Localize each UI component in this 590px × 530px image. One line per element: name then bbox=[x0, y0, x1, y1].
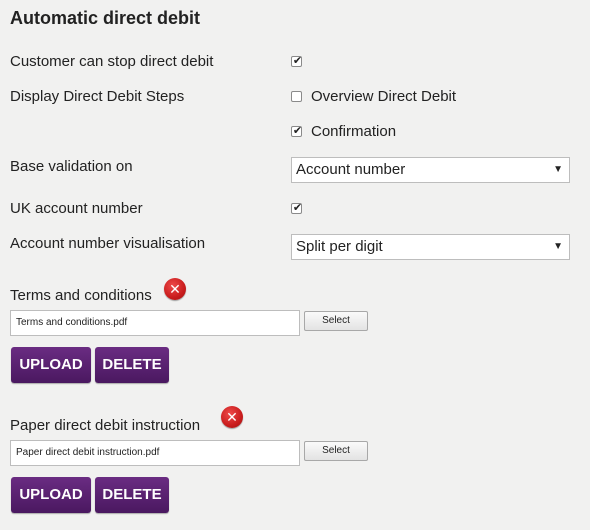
paper-delete-button[interactable]: DELETE bbox=[95, 477, 169, 513]
paper-upload-button[interactable]: UPLOAD bbox=[11, 477, 91, 513]
paper-select-button[interactable]: Select bbox=[304, 441, 368, 461]
terms-select-button[interactable]: Select bbox=[304, 311, 368, 331]
check-icon: ✔ bbox=[292, 55, 303, 67]
display-steps-label: Display Direct Debit Steps bbox=[10, 88, 185, 105]
overview-checkbox[interactable] bbox=[291, 91, 302, 102]
error-icon: ✕ bbox=[221, 406, 243, 428]
paper-file-input[interactable]: Paper direct debit instruction.pdf bbox=[10, 440, 300, 466]
visualisation-value: Split per digit bbox=[296, 238, 383, 255]
terms-upload-button[interactable]: UPLOAD bbox=[11, 347, 91, 383]
section-title: Automatic direct debit bbox=[10, 8, 201, 28]
base-validation-value: Account number bbox=[296, 161, 406, 178]
chevron-down-icon: ▼ bbox=[553, 241, 563, 252]
paper-label: Paper direct debit instruction bbox=[10, 417, 201, 434]
terms-label: Terms and conditions bbox=[10, 287, 152, 304]
terms-delete-button[interactable]: DELETE bbox=[95, 347, 169, 383]
error-icon: ✕ bbox=[164, 278, 186, 300]
overview-label: Overview Direct Debit bbox=[311, 88, 457, 105]
uk-account-label: UK account number bbox=[10, 200, 143, 217]
chevron-down-icon: ▼ bbox=[553, 164, 563, 175]
customer-stop-label: Customer can stop direct debit bbox=[10, 53, 214, 70]
check-icon: ✔ bbox=[292, 202, 303, 214]
base-validation-label: Base validation on bbox=[10, 158, 133, 175]
base-validation-select[interactable]: Account number ▼ bbox=[291, 157, 570, 183]
confirmation-checkbox[interactable]: ✔ bbox=[291, 125, 303, 137]
customer-stop-checkbox[interactable]: ✔ bbox=[291, 55, 303, 67]
terms-file-input[interactable]: Terms and conditions.pdf bbox=[10, 310, 300, 336]
uk-account-checkbox[interactable]: ✔ bbox=[291, 202, 303, 214]
visualisation-select[interactable]: Split per digit ▼ bbox=[291, 234, 570, 260]
visualisation-label: Account number visualisation bbox=[10, 235, 206, 252]
check-icon: ✔ bbox=[292, 125, 303, 137]
confirmation-label: Confirmation bbox=[311, 123, 397, 140]
